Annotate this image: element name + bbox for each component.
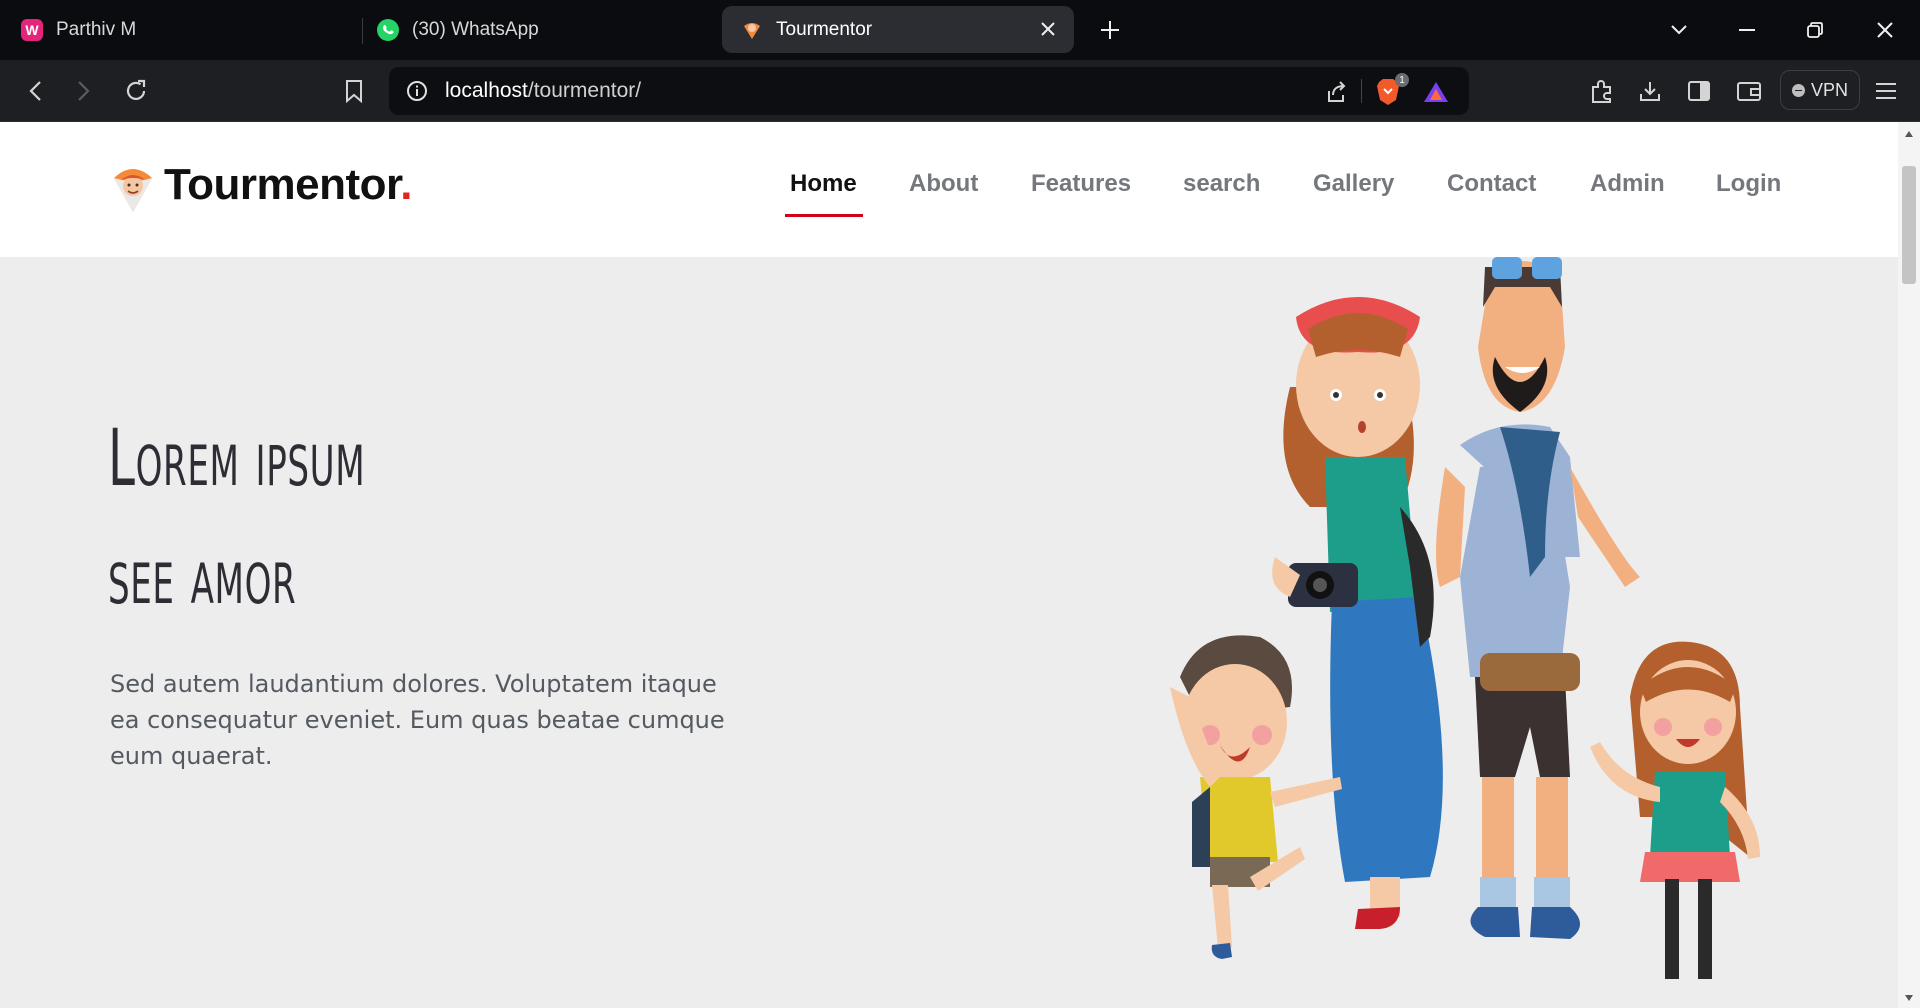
boy-figure: [1170, 635, 1342, 959]
tab-strip: W Parthiv M (30) WhatsApp Tourmentor: [0, 0, 1920, 60]
tab-tourmentor[interactable]: Tourmentor: [722, 6, 1074, 53]
nav-features[interactable]: Features: [1031, 170, 1131, 210]
minimize-icon[interactable]: [1724, 8, 1770, 52]
nav-search[interactable]: search: [1183, 170, 1260, 210]
nav-home[interactable]: Home: [790, 170, 857, 210]
hero-description: Sed autem laudantium dolores. Voluptatem…: [110, 670, 725, 770]
brave-rewards-icon[interactable]: [1421, 77, 1451, 107]
nav-gallery[interactable]: Gallery: [1313, 170, 1394, 210]
nav-contact[interactable]: Contact: [1447, 170, 1536, 210]
scroll-up-icon[interactable]: [1903, 128, 1915, 140]
forward-icon[interactable]: [66, 73, 102, 109]
close-tab-icon[interactable]: [1036, 17, 1060, 41]
downloads-icon[interactable]: [1632, 73, 1668, 109]
tourmentor-favicon: [740, 18, 764, 42]
bookmark-icon[interactable]: [336, 73, 372, 109]
scroll-down-icon[interactable]: [1903, 992, 1915, 1004]
tab-title: Tourmentor: [776, 18, 873, 40]
browser-window: W Parthiv M (30) WhatsApp Tourmentor loc…: [0, 0, 1920, 1008]
nav-active-indicator: [785, 214, 863, 217]
address-bar[interactable]: localhost/tourmentor/ 1: [389, 67, 1469, 115]
browser-toolbar: localhost/tourmentor/ 1 VPN: [0, 60, 1920, 122]
url-text: localhost/tourmentor/: [445, 79, 642, 102]
shields-badge: 1: [1395, 73, 1409, 87]
tab-search-chevron-icon[interactable]: [1656, 8, 1702, 52]
tourmentor-logo-icon[interactable]: [112, 164, 154, 214]
sidebar-toggle-icon[interactable]: [1681, 73, 1717, 109]
menu-icon[interactable]: [1868, 73, 1904, 109]
tab-whatsapp[interactable]: (30) WhatsApp: [376, 6, 706, 53]
back-icon[interactable]: [17, 73, 53, 109]
new-tab-icon[interactable]: [1092, 12, 1128, 48]
page-viewport: Tourmentor. Home About Features search G…: [0, 122, 1898, 1008]
nav-admin[interactable]: Admin: [1590, 170, 1665, 210]
father-figure: [1436, 257, 1640, 939]
tab-divider: [362, 18, 363, 44]
tab-title: Parthiv M: [56, 18, 137, 40]
svg-text:W: W: [25, 22, 39, 38]
extensions-icon[interactable]: [1584, 73, 1620, 109]
vpn-label: VPN: [1810, 79, 1848, 100]
vpn-status-icon: [1791, 83, 1805, 97]
restore-icon[interactable]: [1792, 8, 1838, 52]
family-travel-illustration: [1170, 257, 1760, 979]
site-info-icon[interactable]: [405, 79, 429, 103]
mother-figure: [1272, 297, 1443, 929]
tab-parthiv[interactable]: W Parthiv M: [20, 6, 350, 53]
hero-title: Lorem ipsum see amor: [108, 400, 542, 636]
nav-login[interactable]: Login: [1716, 170, 1781, 210]
tab-title: (30) WhatsApp: [412, 18, 539, 40]
wamp-icon: W: [20, 18, 44, 42]
girl-figure: [1590, 641, 1760, 979]
site-header: Tourmentor. Home About Features search G…: [0, 122, 1898, 257]
close-window-icon[interactable]: [1862, 8, 1908, 52]
reload-icon[interactable]: [118, 73, 154, 109]
nav-about[interactable]: About: [909, 170, 978, 210]
omnibox-divider: [1361, 79, 1362, 103]
whatsapp-icon: [376, 18, 400, 42]
wallet-icon[interactable]: [1731, 73, 1767, 109]
share-icon[interactable]: [1321, 77, 1351, 107]
page-scrollbar[interactable]: [1898, 122, 1920, 1008]
vpn-button[interactable]: VPN: [1780, 70, 1860, 110]
hero-title-line-2: see amor: [108, 532, 297, 622]
scroll-thumb[interactable]: [1902, 166, 1916, 284]
site-logo[interactable]: Tourmentor.: [164, 160, 412, 210]
hero-title-line-1: Lorem ipsum: [108, 414, 366, 504]
